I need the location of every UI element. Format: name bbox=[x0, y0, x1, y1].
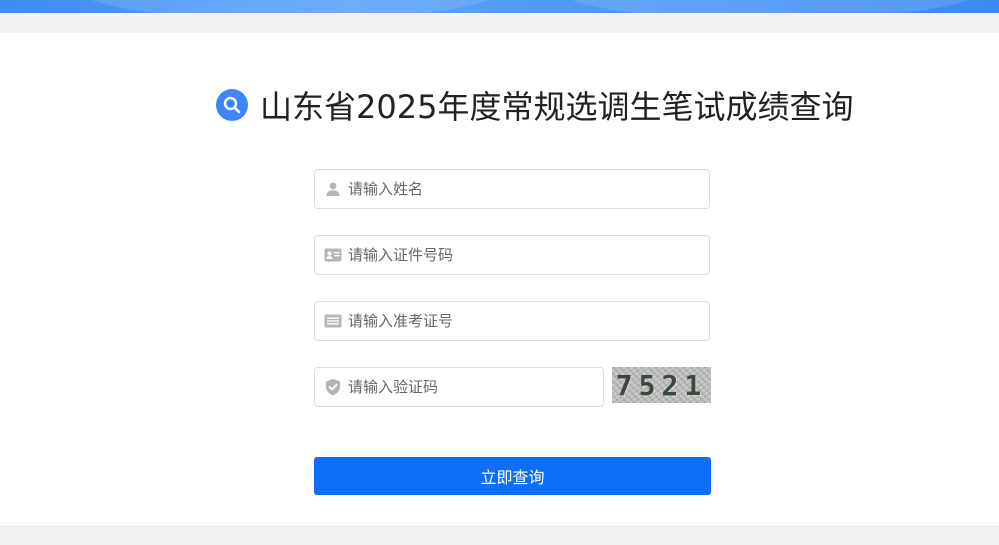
top-banner bbox=[0, 0, 999, 13]
title-row: 山东省2025年度常规选调生笔试成绩查询 bbox=[216, 85, 854, 126]
id-number-input[interactable] bbox=[348, 237, 709, 273]
page-title: 山东省2025年度常规选调生笔试成绩查询 bbox=[260, 88, 854, 126]
query-card: 山东省2025年度常规选调生笔试成绩查询 请输入姓名 请输入证件号码 请输入准考… bbox=[0, 33, 999, 527]
captcha-field[interactable] bbox=[314, 367, 604, 407]
shield-icon bbox=[324, 378, 342, 396]
submit-button[interactable]: 立即查询 bbox=[314, 457, 711, 495]
captcha-image[interactable]: 7521 bbox=[612, 367, 711, 403]
captcha-text: 7521 bbox=[615, 368, 708, 402]
captcha-input[interactable] bbox=[348, 369, 603, 405]
ticket-icon bbox=[324, 312, 342, 330]
name-input[interactable] bbox=[348, 171, 709, 207]
user-icon bbox=[324, 180, 342, 198]
id-number-field[interactable] bbox=[314, 235, 710, 275]
ticket-number-input[interactable] bbox=[348, 303, 709, 339]
banner-decoration bbox=[80, 0, 500, 13]
name-field[interactable] bbox=[314, 169, 710, 209]
search-icon bbox=[216, 89, 248, 121]
banner-decoration bbox=[560, 0, 980, 13]
id-card-icon bbox=[324, 246, 342, 264]
ticket-number-field[interactable] bbox=[314, 301, 710, 341]
